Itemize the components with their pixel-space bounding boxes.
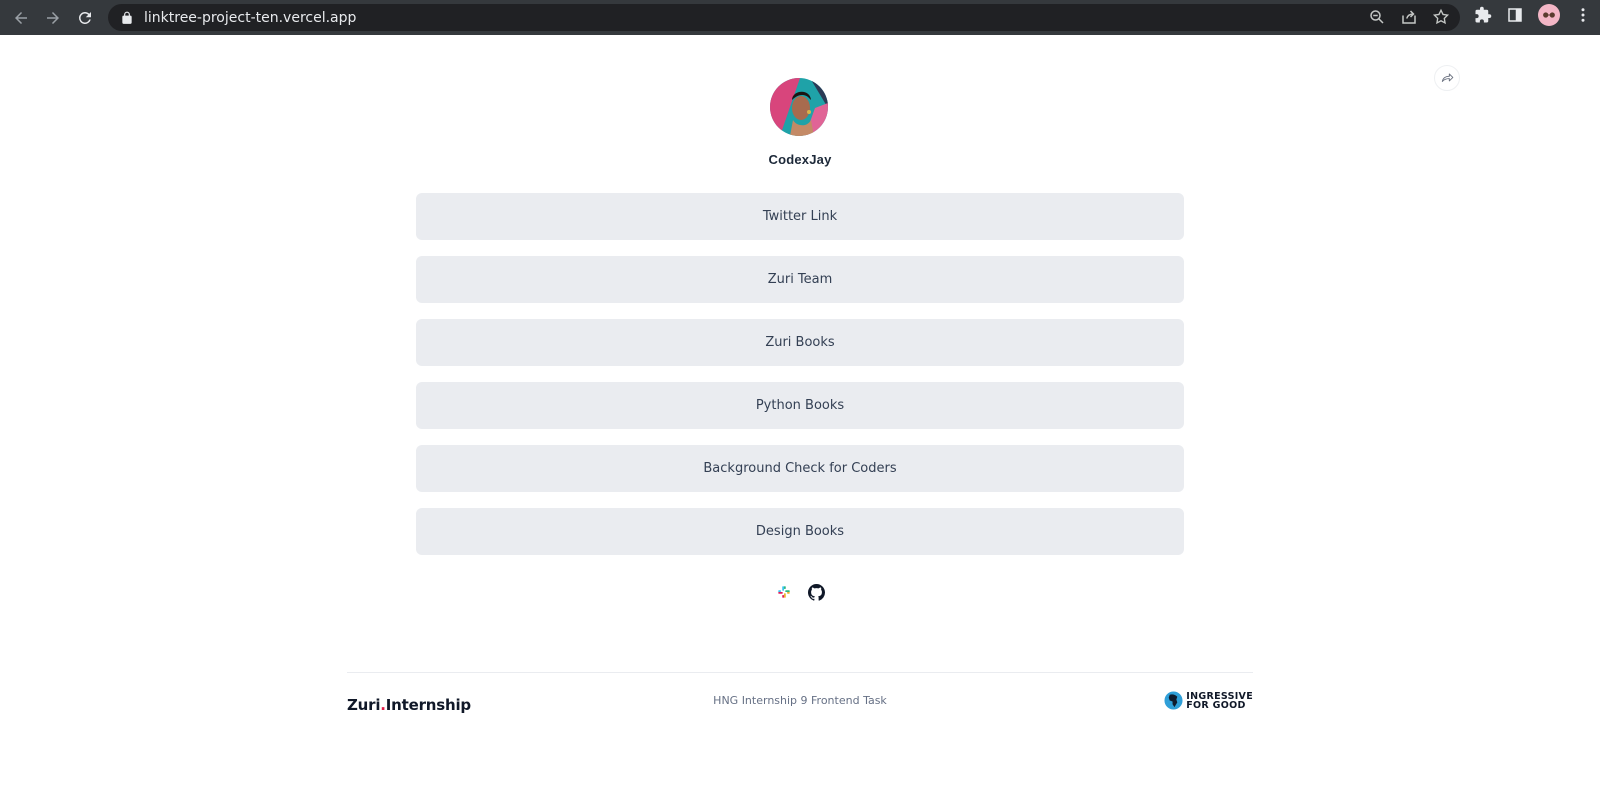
lock-icon [122,11,132,24]
url-text: linktree-project-ten.vercel.app [144,9,357,26]
link-button-zuri-books[interactable]: Zuri Books [416,319,1184,366]
back-button[interactable] [5,2,37,34]
link-list: Twitter Link Zuri Team Zuri Books Python… [416,193,1184,571]
reload-icon [78,11,91,24]
browser-toolbar: linktree-project-ten.vercel.app [0,0,1600,35]
more-vert-icon[interactable] [1574,6,1592,24]
social-links [0,583,1600,601]
ingressive-for-good-logo[interactable]: INGRESSIVE FOR GOOD [1164,691,1253,710]
forward-button[interactable] [37,2,69,34]
footer-divider [347,672,1253,673]
profile-name: CodexJay [768,152,832,167]
share-button[interactable] [1434,65,1460,91]
share-page-icon[interactable] [1400,8,1418,26]
link-button-design-books[interactable]: Design Books [416,508,1184,555]
glasses-icon [1543,12,1555,18]
github-icon[interactable] [807,583,825,601]
reload-button[interactable] [69,2,101,34]
link-button-zuri-team[interactable]: Zuri Team [416,256,1184,303]
share-icon [1441,73,1454,82]
extensions-icon[interactable] [1474,6,1492,24]
africa-globe-icon [1164,691,1183,710]
i4g-text: INGRESSIVE FOR GOOD [1186,691,1253,711]
side-panel-icon[interactable] [1506,6,1524,24]
star-icon[interactable] [1432,8,1450,26]
link-button-python-books[interactable]: Python Books [416,382,1184,429]
page-content: CodexJay Twitter Link Zuri Team Zuri Boo… [0,35,1600,811]
arrow-right-icon [47,11,59,24]
address-bar[interactable]: linktree-project-ten.vercel.app [108,4,1460,31]
slack-icon[interactable] [775,583,793,601]
profile-photo [770,78,828,136]
i4g-line-2: FOR GOOD [1186,699,1246,711]
link-button-twitter[interactable]: Twitter Link [416,193,1184,240]
arrow-left-icon [15,11,27,24]
profile-picture [770,78,828,136]
footer: Zuri.Internship HNG Internship 9 Fronten… [347,690,1253,720]
link-button-background-check[interactable]: Background Check for Coders [416,445,1184,492]
profile-avatar[interactable] [1538,4,1560,26]
zoom-icon[interactable] [1368,8,1386,26]
footer-caption: HNG Internship 9 Frontend Task [713,694,887,707]
